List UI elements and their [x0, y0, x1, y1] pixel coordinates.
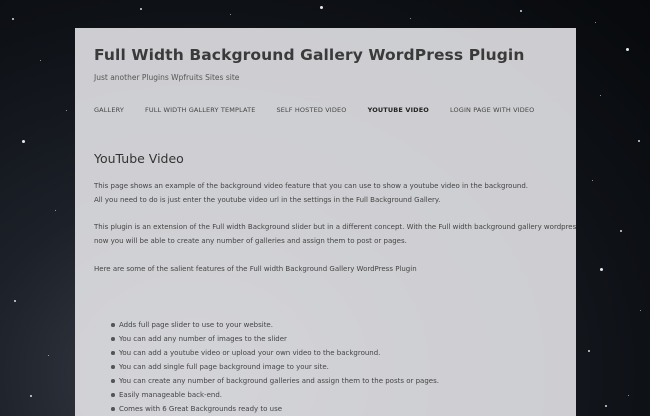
extension-paragraph: This plugin is an extension of the Full … — [94, 221, 576, 248]
list-item: You can add a youtube video or upload yo… — [111, 346, 439, 360]
nav-item-full-width-gallery-template[interactable]: FULL WIDTH GALLERY TEMPLATE — [145, 106, 256, 114]
main-navigation: GALLERY FULL WIDTH GALLERY TEMPLATE SELF… — [94, 100, 555, 120]
intro-line-1: This page shows an example of the backgr… — [94, 182, 528, 190]
page-title: YouTube Video — [94, 151, 184, 166]
list-item: You can add single full page background … — [111, 360, 439, 374]
list-item: Easily manageable back-end. — [111, 388, 439, 402]
list-item: You can create any number of background … — [111, 374, 439, 388]
nav-item-login-page-with-video[interactable]: LOGIN PAGE WITH VIDEO — [450, 106, 534, 114]
nav-divider-bottom — [94, 123, 557, 124]
nav-item-youtube-video[interactable]: YOUTUBE VIDEO — [368, 106, 429, 114]
list-item: You can add any number of images to the … — [111, 332, 439, 346]
nav-item-gallery[interactable]: GALLERY — [94, 106, 124, 114]
intro-line-2: All you need to do is just enter the you… — [94, 195, 441, 204]
extension-line-1: This plugin is an extension of the Full … — [94, 223, 576, 231]
features-list: Adds full page slider to use to your web… — [111, 318, 439, 416]
site-description: Just another Plugins Wpfruits Sites site — [94, 73, 240, 82]
features-intro-paragraph: Here are some of the salient features of… — [94, 263, 417, 277]
list-item: Comes with 6 Great Backgrounds ready to … — [111, 402, 439, 416]
page-panel: Full Width Background Gallery WordPress … — [75, 28, 576, 416]
nav-item-self-hosted-video[interactable]: SELF HOSTED VIDEO — [276, 106, 346, 114]
nav-divider-top — [94, 96, 557, 97]
site-title[interactable]: Full Width Background Gallery WordPress … — [94, 46, 524, 64]
list-item: Adds full page slider to use to your web… — [111, 318, 439, 332]
extension-line-2: now you will be able to create any numbe… — [94, 236, 407, 245]
features-intro-line: Here are some of the salient features of… — [94, 265, 417, 273]
intro-paragraph: This page shows an example of the backgr… — [94, 180, 528, 207]
